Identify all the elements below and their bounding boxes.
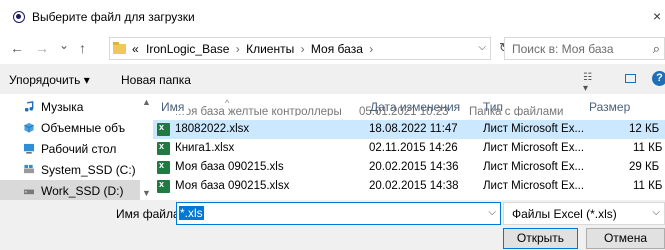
nav-item-work-ssd[interactable]: Work_SSD (D:) (0, 180, 140, 200)
nav-item-label: System_SSD (C:) (41, 163, 136, 177)
cancel-button[interactable]: Отмена (586, 228, 665, 249)
view-options-icon[interactable]: ☷ ▾ (583, 72, 595, 94)
chevron-down-icon[interactable]: ⌵ (488, 207, 496, 218)
3d-objects-icon (24, 122, 34, 133)
nav-item-system-ssd[interactable]: System_SSD (C:) (0, 159, 140, 180)
column-headers: Имя ^ Дата изменения Тип Размер (153, 94, 665, 116)
up-arrow-icon[interactable]: ↑ (79, 40, 86, 56)
organize-button[interactable]: Упорядочить ▾ (9, 73, 90, 87)
breadcrumb-ironlogic-base[interactable]: IronLogic_Base (146, 42, 229, 56)
file-size: 29 КБ (629, 161, 660, 173)
file-date: 18.08.2022 11:47 (369, 123, 458, 135)
file-size: 11 КБ (633, 180, 663, 192)
excel-file-icon (157, 179, 170, 193)
filetype-value: Файлы Excel (*.xls) (512, 207, 617, 221)
nav-item-label: Объемные объ (41, 121, 126, 135)
music-icon (24, 101, 34, 112)
excel-file-icon (157, 141, 170, 155)
title-bar: Выберите файл для загрузки × (0, 0, 665, 34)
file-name: Моя база 090215.xls (175, 161, 284, 173)
search-placeholder: Поиск в: Моя база (512, 42, 614, 56)
file-list: Моя база желтые контроллеры 05.01.2021 1… (153, 94, 665, 200)
preview-pane-icon[interactable] (625, 74, 636, 83)
drive-icon (23, 164, 35, 174)
filename-value[interactable]: *.xls (179, 206, 204, 220)
navigation-pane: Музыка Объемные объ Рабочий стол System_… (0, 94, 140, 200)
sort-caret-icon: ^ (225, 98, 230, 108)
forward-arrow-icon[interactable]: → (35, 40, 49, 56)
file-name: 18082022.xlsx (175, 123, 250, 135)
file-date: 20.02.2015 14:36 (369, 161, 459, 173)
help-icon[interactable]: ? (652, 71, 665, 86)
bottom-panel: Имя файла: *.xls ⌵ Файлы Excel (*.xls) ⌵… (0, 200, 665, 250)
file-type: Лист Microsoft Ex... (483, 161, 585, 173)
column-header-date[interactable]: Дата изменения (370, 100, 460, 114)
content-area: Музыка Объемные объ Рабочий стол System_… (0, 94, 665, 200)
back-arrow-icon[interactable]: ← (10, 40, 24, 56)
column-header-size[interactable]: Размер (589, 100, 630, 114)
address-bar[interactable]: « IronLogic_Base › Клиенты › Моя база › … (109, 37, 491, 60)
search-icon[interactable]: ⌕ (653, 41, 660, 57)
table-row[interactable]: 18082022.xlsx 18.08.2022 11:47 Лист Micr… (153, 120, 665, 139)
file-name: Книга1.xlsx (175, 142, 235, 154)
nav-item-desktop[interactable]: Рабочий стол (0, 138, 140, 159)
file-size: 11 КБ (633, 142, 663, 154)
nav-item-label: Work_SSD (D:) (41, 184, 124, 198)
file-name: Моя база 090215.xlsx (175, 180, 290, 192)
open-button[interactable]: Открыть (503, 228, 578, 249)
navpane-scrollbar[interactable]: ▲ ▼ (140, 94, 153, 200)
command-bar: Упорядочить ▾ Новая папка ☷ ▾ ? (0, 64, 665, 94)
folder-icon (113, 42, 126, 54)
filename-label: Имя файла: (116, 207, 183, 221)
column-header-type[interactable]: Тип (483, 100, 503, 114)
file-type: Лист Microsoft Ex... (483, 142, 585, 154)
scroll-down-icon[interactable]: ▼ (142, 188, 151, 198)
filename-input[interactable]: *.xls ⌵ (176, 202, 501, 225)
file-date: 20.02.2015 14:38 (369, 180, 459, 192)
file-date: 02.11.2015 14:26 (369, 142, 458, 154)
close-icon[interactable]: × (653, 8, 661, 24)
search-input[interactable]: Поиск в: Моя база ⌕ (504, 37, 665, 60)
filetype-select[interactable]: Файлы Excel (*.xls) ⌵ (503, 202, 665, 225)
drive-icon (23, 189, 35, 195)
nav-item-music[interactable]: Музыка (0, 96, 140, 117)
file-type: Лист Microsoft Ex... (483, 180, 585, 192)
new-folder-button[interactable]: Новая папка (121, 73, 191, 87)
breadcrumb: « IronLogic_Base › Клиенты › Моя база › (132, 42, 376, 56)
desktop-icon (23, 143, 35, 154)
recent-locations-icon[interactable]: ⌄ (59, 38, 69, 52)
chevron-right-icon[interactable]: › (301, 42, 305, 56)
nav-item-3d-objects[interactable]: Объемные объ (0, 117, 140, 138)
nav-item-label: Рабочий стол (41, 142, 117, 156)
excel-file-icon (157, 160, 170, 174)
nav-item-label: Музыка (41, 100, 84, 114)
table-row[interactable]: Моя база 090215.xls 20.02.2015 14:36 Лис… (153, 158, 665, 177)
chevron-down-icon[interactable]: ⌵ (652, 207, 660, 218)
breadcrumb-my-base[interactable]: Моя база (311, 42, 363, 56)
table-row[interactable]: Книга1.xlsx 02.11.2015 14:26 Лист Micros… (153, 139, 665, 158)
column-header-name[interactable]: Имя (161, 100, 189, 114)
app-icon (13, 11, 25, 23)
table-row[interactable]: Моя база 090215.xlsx 20.02.2015 14:38 Ли… (153, 177, 665, 196)
breadcrumb-clients[interactable]: Клиенты (246, 42, 294, 56)
file-type: Лист Microsoft Ex... (483, 123, 585, 135)
excel-file-icon (157, 122, 170, 136)
breadcrumb-overflow[interactable]: « (132, 42, 139, 56)
chevron-right-icon[interactable]: › (369, 42, 373, 56)
chevron-right-icon[interactable]: › (236, 42, 240, 56)
scroll-up-icon[interactable]: ▲ (142, 97, 151, 107)
chevron-down-icon[interactable]: ⌵ (478, 42, 486, 53)
file-size: 12 КБ (629, 123, 660, 135)
window-title: Выберите файл для загрузки (32, 10, 195, 24)
